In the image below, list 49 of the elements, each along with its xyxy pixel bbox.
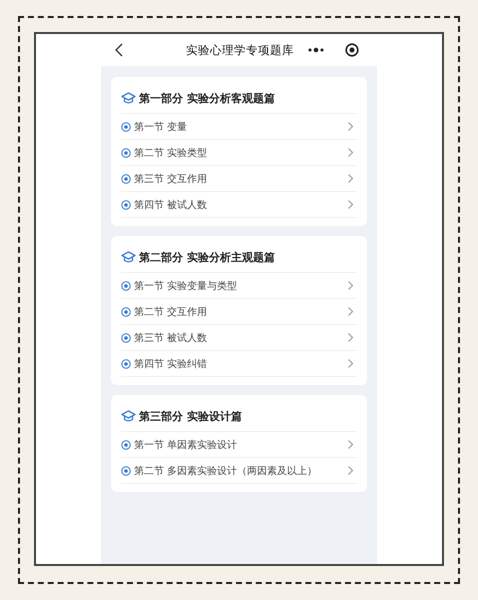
graduation-cap-icon bbox=[121, 92, 136, 104]
chapter-label: 第二节 多因素实验设计（两因素及以上） bbox=[134, 464, 318, 478]
radio-dot-icon bbox=[121, 200, 131, 210]
radio-dot-icon bbox=[121, 440, 131, 450]
chevron-right-icon bbox=[348, 307, 353, 316]
chevron-right-icon bbox=[348, 174, 353, 183]
chapter-label: 第三节 交互作用 bbox=[134, 172, 208, 186]
chapter-item[interactable]: 第一节 实验变量与类型 bbox=[121, 273, 357, 299]
radio-dot-icon bbox=[121, 174, 131, 184]
chapter-item[interactable]: 第一节 单因素实验设计 bbox=[121, 432, 357, 458]
chevron-right-icon bbox=[348, 200, 353, 209]
chevron-right-icon bbox=[348, 440, 353, 449]
radio-dot-icon bbox=[121, 358, 131, 368]
page-title: 实验心理学专项题库 bbox=[186, 42, 294, 58]
chapter-item[interactable]: 第一节 变量 bbox=[121, 114, 357, 140]
chapter-label: 第四节 实验纠错 bbox=[134, 358, 208, 370]
chevron-right-icon bbox=[348, 466, 353, 475]
radio-dot-icon bbox=[121, 280, 131, 290]
radio-dot-icon bbox=[121, 332, 131, 342]
chapter-item[interactable]: 第四节 被试人数 bbox=[121, 192, 357, 218]
radio-dot-icon bbox=[121, 306, 131, 316]
chapter-label: 第二节 实验类型 bbox=[134, 146, 208, 160]
chapter-item[interactable]: 第二节 交互作用 bbox=[121, 299, 357, 325]
chevron-right-icon bbox=[348, 122, 353, 131]
chevron-right-icon bbox=[348, 148, 353, 157]
more-icon[interactable] bbox=[307, 47, 325, 53]
chevron-right-icon bbox=[348, 333, 353, 342]
chapter-item[interactable]: 第三节 交互作用 bbox=[121, 166, 357, 192]
chapter-item[interactable]: 第二节 实验类型 bbox=[121, 140, 357, 166]
chapter-label: 第一节 实验变量与类型 bbox=[134, 280, 238, 292]
section-title: 第二部分 实验分析主观题篇 bbox=[139, 250, 275, 264]
chapter-item[interactable]: 第二节 多因素实验设计（两因素及以上） bbox=[121, 458, 357, 484]
section-title: 第三部分 实验设计篇 bbox=[139, 408, 242, 424]
chevron-right-icon bbox=[348, 359, 353, 368]
chapter-item[interactable]: 第四节 实验纠错 bbox=[121, 351, 357, 377]
chapter-item[interactable]: 第三节 被试人数 bbox=[121, 325, 357, 351]
chapter-label: 第三节 被试人数 bbox=[134, 332, 208, 344]
chevron-right-icon bbox=[348, 281, 353, 290]
graduation-cap-icon bbox=[121, 410, 136, 422]
chapter-label: 第二节 交互作用 bbox=[134, 306, 208, 318]
back-icon[interactable] bbox=[115, 43, 123, 57]
radio-dot-icon bbox=[121, 122, 131, 132]
section-title: 第一部分 实验分析客观题篇 bbox=[139, 90, 275, 106]
graduation-cap-icon bbox=[121, 251, 136, 263]
chapter-label: 第一节 变量 bbox=[134, 120, 188, 134]
radio-dot-icon bbox=[121, 466, 131, 476]
chapter-label: 第一节 单因素实验设计 bbox=[134, 438, 238, 452]
chapter-label: 第四节 被试人数 bbox=[134, 198, 208, 212]
radio-dot-icon bbox=[121, 148, 131, 158]
